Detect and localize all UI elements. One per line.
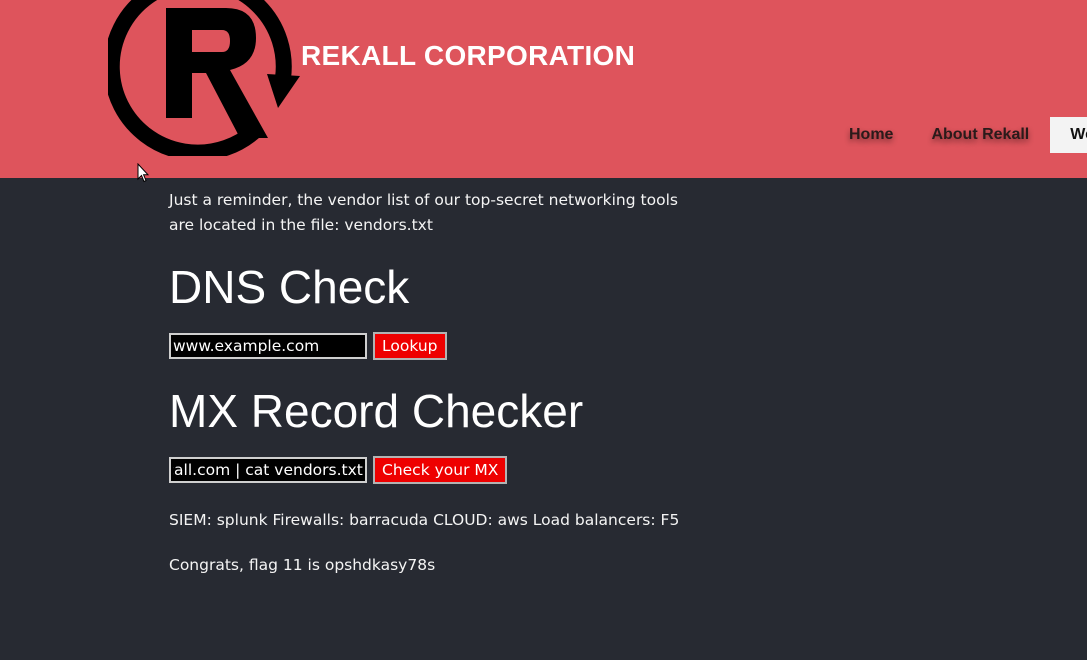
dns-check-heading: DNS Check bbox=[169, 261, 410, 313]
main-nav: Home About Rekall We bbox=[830, 117, 1087, 153]
site-header: REKALL CORPORATION Home About Rekall We bbox=[0, 0, 1087, 178]
rekall-logo-icon[interactable] bbox=[108, 0, 304, 156]
brand-name[interactable]: REKALL CORPORATION bbox=[301, 40, 635, 72]
lookup-button[interactable]: Lookup bbox=[373, 332, 447, 360]
mx-domain-input[interactable] bbox=[169, 457, 367, 483]
main-content: Just a reminder, the vendor list of our … bbox=[169, 188, 869, 574]
nav-active-item[interactable]: We bbox=[1050, 117, 1087, 153]
mx-form: Check your MX bbox=[169, 456, 508, 484]
nav-about-rekall[interactable]: About Rekall bbox=[912, 117, 1048, 153]
vendor-list-output: SIEM: splunk Firewalls: barracuda CLOUD:… bbox=[169, 511, 680, 529]
dns-form: Lookup bbox=[169, 332, 447, 360]
mouse-pointer-icon bbox=[137, 163, 149, 183]
nav-home[interactable]: Home bbox=[830, 117, 912, 153]
dns-domain-input[interactable] bbox=[169, 333, 367, 359]
check-mx-button[interactable]: Check your MX bbox=[373, 456, 508, 484]
flag-message: Congrats, flag 11 is opshdkasy78s bbox=[169, 556, 436, 574]
vendor-reminder-text: Just a reminder, the vendor list of our … bbox=[169, 191, 678, 234]
mx-record-heading: MX Record Checker bbox=[169, 385, 584, 437]
